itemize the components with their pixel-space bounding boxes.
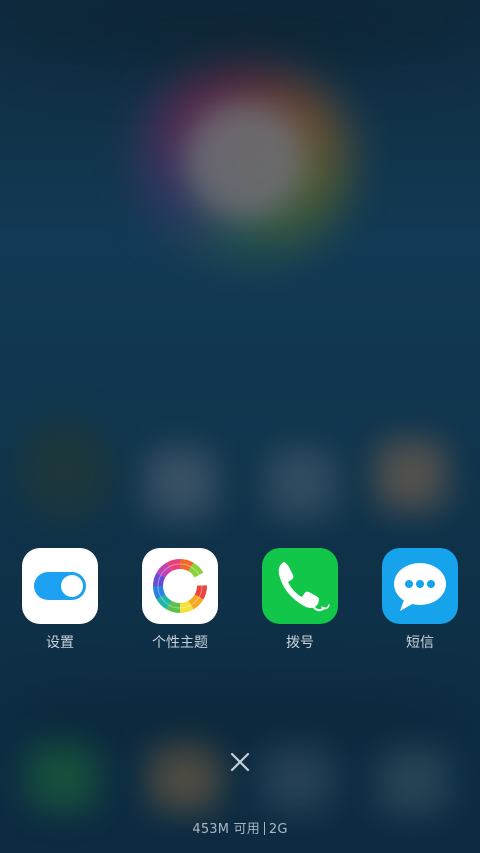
app-label: 拨号: [286, 635, 314, 651]
ghost-app-icon: [266, 448, 336, 518]
app-label: 个性主题: [152, 635, 208, 651]
status-divider: [263, 822, 265, 835]
memory-available: 453M 可用: [192, 822, 260, 837]
memory-total: 2G: [268, 822, 288, 837]
wallpaper-blur-left: [20, 420, 110, 520]
ghost-app-icon: [376, 440, 446, 510]
close-icon: [230, 752, 250, 772]
settings-toggle-icon: [22, 548, 98, 624]
ghost-app-icon: [150, 740, 220, 810]
wallpaper-blur-core: [185, 100, 305, 220]
ghost-app-icon: [262, 740, 332, 810]
ghost-app-icon: [28, 740, 98, 810]
theme-ring-icon: [142, 548, 218, 624]
app-phone[interactable]: 拨号: [240, 548, 360, 652]
blurred-wallpaper: [0, 0, 480, 853]
app-label: 短信: [406, 635, 434, 651]
memory-status: 453M 可用 2G: [0, 818, 480, 837]
message-bubble-icon: [382, 548, 458, 624]
wallpaper-blur-top: [0, 0, 480, 60]
app-label: 设置: [46, 635, 74, 651]
app-themes[interactable]: 个性主题: [120, 548, 240, 652]
ghost-app-icon: [378, 744, 448, 814]
app-settings[interactable]: 设置: [0, 548, 120, 652]
wallpaper-blur-band: [0, 690, 480, 750]
ghost-app-icon: [146, 448, 216, 518]
app-messages[interactable]: 短信: [360, 548, 480, 652]
phone-icon: [262, 548, 338, 624]
close-recents-button[interactable]: [222, 744, 258, 780]
